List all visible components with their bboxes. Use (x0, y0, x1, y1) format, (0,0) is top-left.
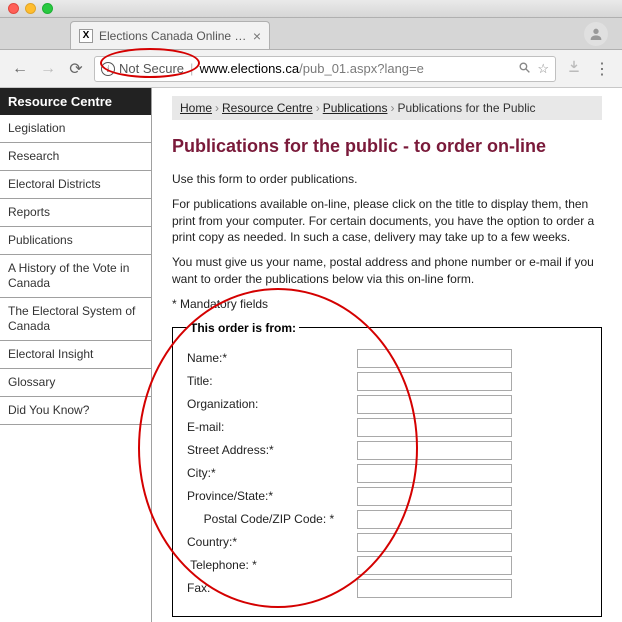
order-form: This order is from: Name:* Title: Organiza… (172, 321, 602, 617)
form-row: E-mail: (187, 418, 587, 437)
form-row: Title: (187, 372, 587, 391)
tab-title: Elections Canada Online | Publ (99, 29, 247, 43)
form-label: Telephone: * (187, 558, 357, 572)
sidebar-item[interactable]: The Electoral System of Canada (0, 298, 151, 341)
window-controls (0, 0, 622, 18)
page-body: Resource Centre LegislationResearchElect… (0, 88, 622, 622)
info-icon: i (101, 62, 115, 76)
form-row: Organization: (187, 395, 587, 414)
breadcrumb-separator: › (215, 101, 219, 115)
form-input[interactable] (357, 579, 512, 598)
profile-icon[interactable] (584, 22, 608, 46)
form-row: Telephone: * (187, 556, 587, 575)
address-bar[interactable]: i Not Secure | www.elections.ca/pub_01.a… (94, 56, 556, 82)
form-row: Postal Code/ZIP Code: * (187, 510, 587, 529)
form-input[interactable] (357, 464, 512, 483)
form-label: Postal Code/ZIP Code: * (187, 512, 357, 526)
form-label: City:* (187, 466, 357, 480)
sidebar-item[interactable]: A History of the Vote in Canada (0, 255, 151, 298)
tab-close-icon[interactable]: × (253, 28, 261, 44)
sidebar-item[interactable]: Electoral Districts (0, 171, 151, 199)
breadcrumb-link[interactable]: Publications (323, 101, 388, 115)
form-row: Country:* (187, 533, 587, 552)
sidebar-item[interactable]: Research (0, 143, 151, 171)
page-title: Publications for the public - to order o… (172, 136, 602, 157)
form-label: Name:* (187, 351, 357, 365)
close-window-dot[interactable] (8, 3, 19, 14)
form-input[interactable] (357, 510, 512, 529)
sidebar-item[interactable]: Reports (0, 199, 151, 227)
form-row: Name:* (187, 349, 587, 368)
back-icon[interactable]: ← (10, 60, 30, 78)
search-icon[interactable] (518, 61, 531, 77)
intro-paragraph-2: For publications available on-line, plea… (172, 196, 602, 246)
maximize-window-dot[interactable] (42, 3, 53, 14)
form-row: Street Address:* (187, 441, 587, 460)
form-input[interactable] (357, 533, 512, 552)
form-input[interactable] (357, 395, 512, 414)
sidebar-header: Resource Centre (0, 88, 151, 115)
breadcrumb-link[interactable]: Home (180, 101, 212, 115)
not-secure-label: Not Secure (119, 61, 184, 76)
intro-paragraph-1: Use this form to order publications. (172, 171, 602, 188)
browser-tab[interactable]: X Elections Canada Online | Publ × (70, 21, 270, 49)
form-input[interactable] (357, 441, 512, 460)
form-legend: This order is from: (187, 321, 299, 335)
sidebar-item[interactable]: Electoral Insight (0, 341, 151, 369)
not-secure-indicator[interactable]: i Not Secure (101, 61, 184, 76)
star-icon[interactable]: ☆ (537, 61, 549, 77)
breadcrumb-separator: › (316, 101, 320, 115)
form-input[interactable] (357, 556, 512, 575)
sidebar-item[interactable]: Glossary (0, 369, 151, 397)
sidebar-item[interactable]: Did You Know? (0, 397, 151, 425)
sidebar-item[interactable]: Legislation (0, 115, 151, 143)
form-input[interactable] (357, 372, 512, 391)
main-content: Home›Resource Centre›Publications›Public… (152, 88, 622, 622)
sidebar-item[interactable]: Publications (0, 227, 151, 255)
url-text: www.elections.ca/pub_01.aspx?lang=e (199, 61, 512, 76)
breadcrumb-current: Publications for the Public (397, 101, 535, 115)
browser-toolbar: ← → ⟳ i Not Secure | www.elections.ca/pu… (0, 50, 622, 88)
form-label: Street Address:* (187, 443, 357, 457)
form-row: City:* (187, 464, 587, 483)
tab-bar: X Elections Canada Online | Publ × (0, 18, 622, 50)
breadcrumb-link[interactable]: Resource Centre (222, 101, 313, 115)
forward-icon[interactable]: → (38, 60, 58, 78)
form-input[interactable] (357, 418, 512, 437)
reload-icon[interactable]: ⟳ (66, 59, 86, 79)
form-label: Organization: (187, 397, 357, 411)
form-label: Title: (187, 374, 357, 388)
form-label: Country:* (187, 535, 357, 549)
breadcrumb-separator: › (390, 101, 394, 115)
form-row: Fax: (187, 579, 587, 598)
form-input[interactable] (357, 487, 512, 506)
form-label: Fax: (187, 581, 357, 595)
form-label: Province/State:* (187, 489, 357, 503)
minimize-window-dot[interactable] (25, 3, 36, 14)
form-row: Province/State:* (187, 487, 587, 506)
form-input[interactable] (357, 349, 512, 368)
breadcrumb: Home›Resource Centre›Publications›Public… (172, 96, 602, 120)
tab-favicon: X (79, 29, 93, 43)
download-icon[interactable] (564, 59, 584, 78)
intro-paragraph-3: You must give us your name, postal addre… (172, 254, 602, 288)
menu-icon[interactable]: ⋮ (592, 59, 612, 79)
sidebar: Resource Centre LegislationResearchElect… (0, 88, 152, 622)
mandatory-note: * Mandatory fields (172, 296, 602, 313)
form-label: E-mail: (187, 420, 357, 434)
